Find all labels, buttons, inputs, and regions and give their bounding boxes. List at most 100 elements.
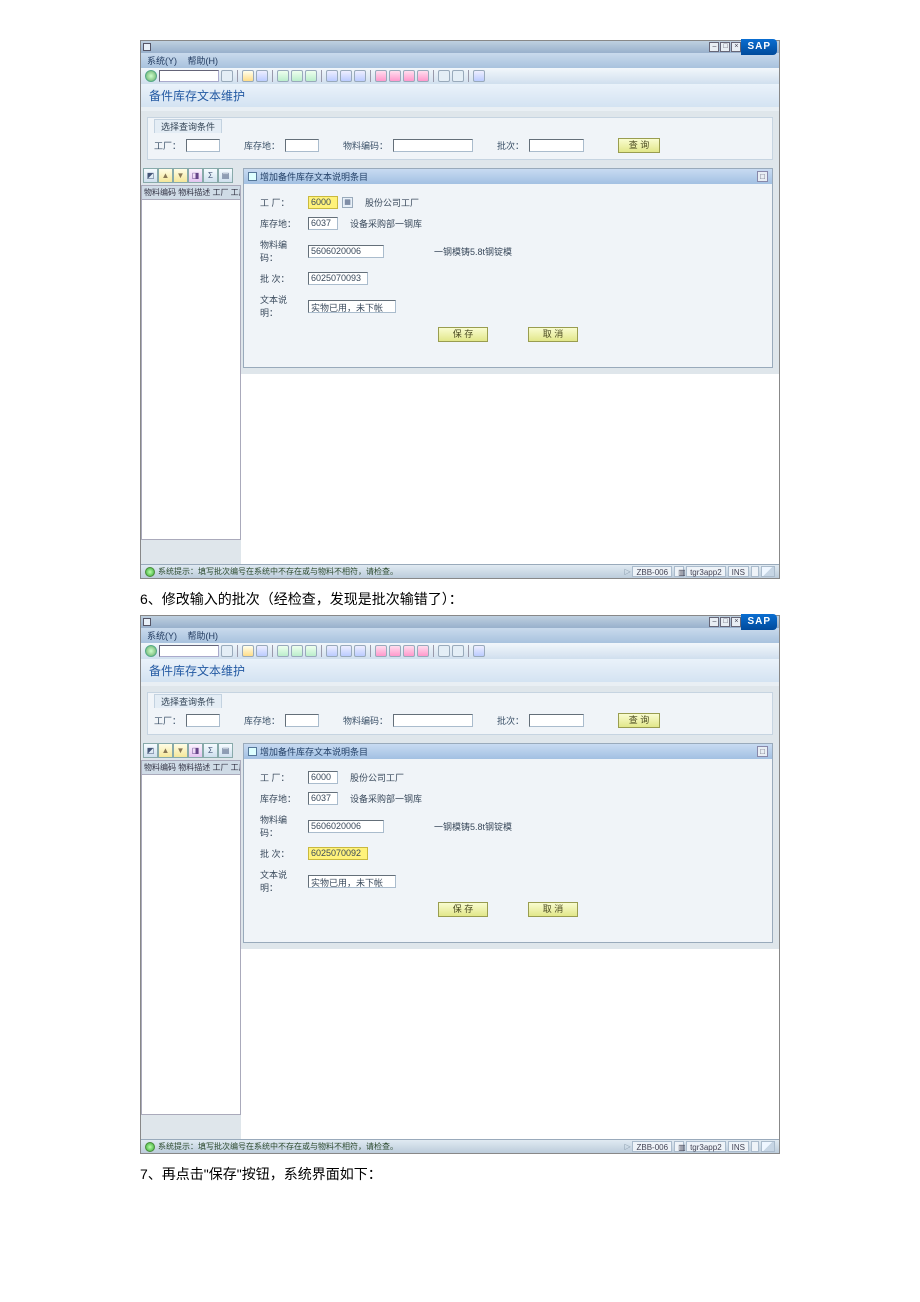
- cancel-icon[interactable]: [291, 70, 303, 82]
- grid-tool-filter-icon[interactable]: ◨: [188, 743, 203, 758]
- menu-system[interactable]: 系统(Y): [147, 631, 177, 641]
- grid-tool-export-icon[interactable]: ▤: [218, 743, 233, 758]
- last-page-icon[interactable]: [403, 645, 415, 657]
- shortcut-icon[interactable]: [452, 70, 464, 82]
- layout-icon[interactable]: [438, 645, 450, 657]
- next-page-icon[interactable]: [389, 70, 401, 82]
- dlg-storage-input[interactable]: 6037: [308, 792, 338, 805]
- sap-logo: SAP: [741, 39, 777, 55]
- dlg-batch-input[interactable]: 6025070093: [308, 272, 368, 285]
- find-icon[interactable]: [326, 645, 338, 657]
- dlg-label-text: 文本说明：: [260, 293, 302, 319]
- layout-icon[interactable]: [438, 70, 450, 82]
- filter-storage-input[interactable]: [285, 714, 319, 727]
- find-icon[interactable]: [326, 70, 338, 82]
- app-title: 备件库存文本维护: [141, 659, 779, 682]
- f4-help-icon[interactable]: ▦: [342, 197, 353, 208]
- next-page-icon[interactable]: [389, 645, 401, 657]
- menu-help[interactable]: 帮助(H): [188, 56, 219, 66]
- status-resize-handle[interactable]: [761, 1141, 775, 1152]
- grid-tool-sortdesc-icon[interactable]: ▼: [173, 168, 188, 183]
- save-icon[interactable]: [242, 645, 254, 657]
- grid-tool-sortasc-icon[interactable]: ▲: [158, 743, 173, 758]
- dialog-save-button[interactable]: 保 存: [438, 902, 488, 917]
- grid-tool-sortasc-icon[interactable]: ▲: [158, 168, 173, 183]
- command-field[interactable]: [159, 645, 219, 657]
- help-icon[interactable]: [473, 645, 485, 657]
- window-maximize-button[interactable]: □: [720, 617, 730, 627]
- new-session-icon[interactable]: [417, 645, 429, 657]
- window-menu-icon[interactable]: [143, 618, 151, 626]
- grid-tool-filter-icon[interactable]: ◨: [188, 168, 203, 183]
- query-button[interactable]: 查 询: [618, 713, 660, 728]
- window-menu-icon[interactable]: [143, 43, 151, 51]
- window-close-button[interactable]: ×: [731, 42, 741, 52]
- new-session-icon[interactable]: [417, 70, 429, 82]
- dlg-label-storage: 库存地：: [260, 217, 302, 230]
- first-page-icon[interactable]: [354, 645, 366, 657]
- enter-icon[interactable]: [145, 645, 157, 657]
- filter-material-input[interactable]: [393, 714, 473, 727]
- first-page-icon[interactable]: [354, 70, 366, 82]
- dlg-text-input[interactable]: 实物已用，未下帐: [308, 300, 396, 313]
- menu-system[interactable]: 系统(Y): [147, 56, 177, 66]
- status-layout-icon[interactable]: ▥: [674, 1141, 684, 1152]
- enter-icon[interactable]: [145, 70, 157, 82]
- window-minimize-button[interactable]: –: [709, 42, 719, 52]
- find-next-icon[interactable]: [340, 70, 352, 82]
- cancel-icon[interactable]: [291, 645, 303, 657]
- grid-body[interactable]: [141, 200, 241, 540]
- print-icon[interactable]: [305, 70, 317, 82]
- dialog-cancel-button[interactable]: 取 消: [528, 327, 578, 342]
- dropdown-icon[interactable]: [221, 645, 233, 657]
- exit-icon[interactable]: [277, 70, 289, 82]
- back-icon[interactable]: [256, 70, 268, 82]
- dialog-close-button[interactable]: □: [757, 171, 768, 182]
- dlg-plant-input[interactable]: 6000: [308, 196, 338, 209]
- dialog-close-button[interactable]: □: [757, 746, 768, 757]
- help-icon[interactable]: [473, 70, 485, 82]
- exit-icon[interactable]: [277, 645, 289, 657]
- dlg-storage-input[interactable]: 6037: [308, 217, 338, 230]
- back-icon[interactable]: [256, 645, 268, 657]
- status-resize-handle[interactable]: [761, 566, 775, 577]
- filter-plant-input[interactable]: [186, 139, 220, 152]
- window-minimize-button[interactable]: –: [709, 617, 719, 627]
- last-page-icon[interactable]: [403, 70, 415, 82]
- grid-area: ◩ ▲ ▼ ◨ Σ ▤ 物料编码 物料描述 工厂 工厂名称: [141, 741, 241, 1139]
- save-icon[interactable]: [242, 70, 254, 82]
- prev-page-icon[interactable]: [375, 70, 387, 82]
- dlg-plant-input[interactable]: 6000: [308, 771, 338, 784]
- filter-batch-input[interactable]: [529, 714, 584, 727]
- dialog-save-button[interactable]: 保 存: [438, 327, 488, 342]
- window-maximize-button[interactable]: □: [720, 42, 730, 52]
- filter-material-input[interactable]: [393, 139, 473, 152]
- dlg-text-input[interactable]: 实物已用，未下帐: [308, 875, 396, 888]
- find-next-icon[interactable]: [340, 645, 352, 657]
- shortcut-icon[interactable]: [452, 645, 464, 657]
- window-close-button[interactable]: ×: [731, 617, 741, 627]
- filter-storage-input[interactable]: [285, 139, 319, 152]
- grid-tool-sortdesc-icon[interactable]: ▼: [173, 743, 188, 758]
- query-button[interactable]: 查 询: [618, 138, 660, 153]
- add-text-dialog: 增加备件库存文本说明条目 □ 工 厂： 6000 股份公司工厂 库存地： 603…: [243, 743, 773, 943]
- dlg-material-input[interactable]: 5606020006: [308, 245, 384, 258]
- dropdown-icon[interactable]: [221, 70, 233, 82]
- filter-plant-input[interactable]: [186, 714, 220, 727]
- filter-batch-input[interactable]: [529, 139, 584, 152]
- prev-page-icon[interactable]: [375, 645, 387, 657]
- dialog-cancel-button[interactable]: 取 消: [528, 902, 578, 917]
- grid-tool-export-icon[interactable]: ▤: [218, 168, 233, 183]
- dlg-batch-input[interactable]: 6025070092: [308, 847, 368, 860]
- dlg-material-input[interactable]: 5606020006: [308, 820, 384, 833]
- grid-area: ◩ ▲ ▼ ◨ Σ ▤ 物料编码 物料描述 工厂 工厂名称: [141, 166, 241, 564]
- grid-tool-sum-icon[interactable]: Σ: [203, 743, 218, 758]
- status-layout-icon[interactable]: ▥: [674, 566, 684, 577]
- grid-body[interactable]: [141, 775, 241, 1115]
- print-icon[interactable]: [305, 645, 317, 657]
- grid-tool-sum-icon[interactable]: Σ: [203, 168, 218, 183]
- grid-tool-detail-icon[interactable]: ◩: [143, 743, 158, 758]
- grid-tool-detail-icon[interactable]: ◩: [143, 168, 158, 183]
- menu-help[interactable]: 帮助(H): [188, 631, 219, 641]
- command-field[interactable]: [159, 70, 219, 82]
